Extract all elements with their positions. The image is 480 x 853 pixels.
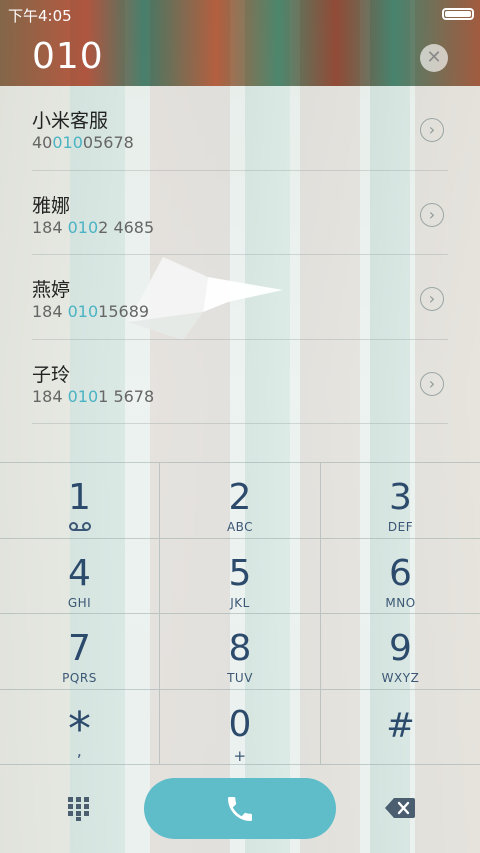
dialpad-icon[interactable] xyxy=(68,797,90,821)
contact-name: 小米客服 xyxy=(32,110,109,132)
key-4[interactable]: 4 GHI xyxy=(0,538,160,614)
contact-number: 184 0102 4685 xyxy=(32,217,155,237)
phone-icon xyxy=(228,797,252,821)
contact-result[interactable]: 燕婷 184 01015689 › xyxy=(32,255,448,340)
call-button[interactable] xyxy=(144,778,336,839)
key-8[interactable]: 8 TUV xyxy=(160,614,321,690)
key-7[interactable]: 7 PQRS xyxy=(0,614,160,690)
chevron-right-icon[interactable]: › xyxy=(420,202,444,227)
contact-name: 子玲 xyxy=(32,363,71,386)
contact-number: 4001005678 xyxy=(32,133,134,152)
contact-name: 燕婷 xyxy=(32,279,71,301)
contact-number: 184 0101 5678 xyxy=(32,386,155,406)
key-2[interactable]: 2 ABC xyxy=(160,463,321,539)
key-1[interactable]: 1 xyxy=(0,463,160,539)
key-0[interactable]: 0 + xyxy=(160,689,321,765)
chevron-right-icon[interactable]: › xyxy=(420,371,444,396)
voicemail-icon xyxy=(68,522,91,531)
contact-result[interactable]: 子玲 184 0101 5678 › xyxy=(32,340,448,424)
key-3[interactable]: 3 DEF xyxy=(321,463,480,539)
key-6[interactable]: 6 MNO xyxy=(321,539,480,614)
dialer-action-bar xyxy=(0,764,480,853)
dialed-number: 010 xyxy=(32,36,104,77)
backspace-icon[interactable] xyxy=(385,798,415,818)
chevron-right-icon[interactable]: › xyxy=(420,287,444,311)
contact-result[interactable]: 小米客服 4001005678 › xyxy=(32,86,448,171)
status-time: 下午4:05 xyxy=(8,7,72,25)
key-hash[interactable]: # xyxy=(321,690,480,765)
key-5[interactable]: 5 JKL xyxy=(160,538,321,614)
battery-icon xyxy=(442,8,474,20)
status-bar: 下午4:05 xyxy=(0,0,480,28)
clear-number-button[interactable]: ✕ xyxy=(420,44,448,72)
contact-result[interactable]: 雅娜 184 0102 4685 › xyxy=(32,171,448,255)
contact-results-list: 小米客服 4001005678 › 雅娜 184 0102 4685 › 燕婷 … xyxy=(0,86,480,424)
key-star[interactable]: * , xyxy=(0,689,160,765)
key-9[interactable]: 9 WXYZ xyxy=(321,614,480,690)
contact-number: 184 01015689 xyxy=(32,302,150,321)
contact-name: 雅娜 xyxy=(32,194,71,217)
chevron-right-icon[interactable]: › xyxy=(420,118,444,142)
dial-keypad: 1 2 ABC 3 DEF 4 GHI 5 JKL 6 MNO 7 PQRS 8… xyxy=(0,462,480,765)
